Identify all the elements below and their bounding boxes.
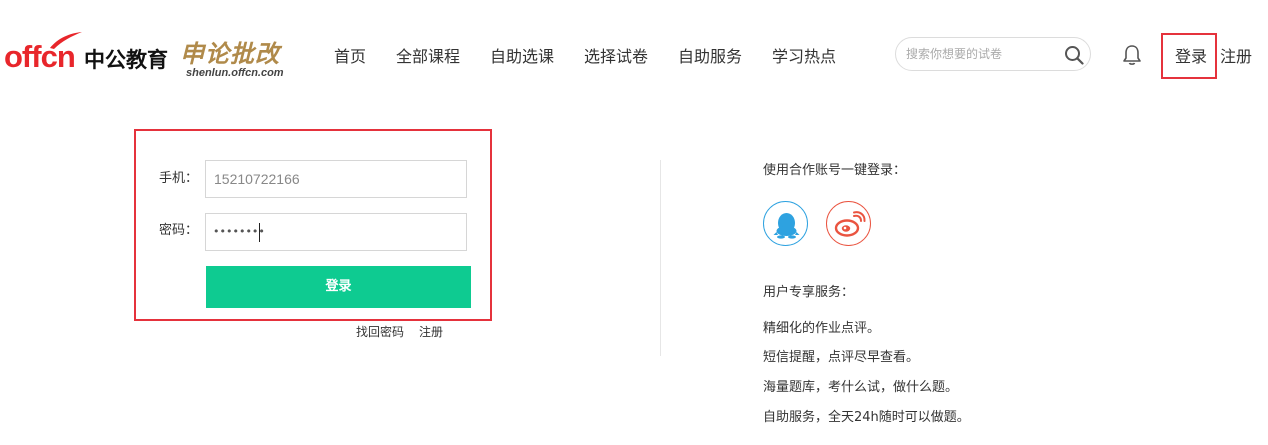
header-register-link[interactable]: 注册 <box>1220 46 1252 68</box>
nav-item-self-select[interactable]: 自助选课 <box>490 46 554 68</box>
service-item: 自助服务，全天24h随时可以做题。 <box>763 410 970 425</box>
password-mask: •••••••• <box>213 225 265 238</box>
forgot-password-link[interactable]: 找回密码 <box>356 324 404 340</box>
phone-input[interactable] <box>205 160 467 198</box>
qq-icon <box>773 213 800 239</box>
brand-name: 中公教育 <box>84 48 168 72</box>
nav-item-all-courses[interactable]: 全部课程 <box>396 46 460 68</box>
service-item: 海量题库，考什么试，做什么题。 <box>763 380 959 395</box>
weibo-login-button[interactable] <box>826 201 871 246</box>
site-header: offcn 中公教育 申论批改 shenlun.offcn.com 首页 全部课… <box>0 0 1268 115</box>
vertical-divider <box>660 160 661 356</box>
shenlun-logo-url: shenlun.offcn.com <box>186 67 284 79</box>
bell-icon[interactable] <box>1122 44 1142 66</box>
header-login-link[interactable]: 登录 <box>1175 46 1207 68</box>
services-heading: 用户专享服务： <box>763 285 855 300</box>
qq-login-button[interactable] <box>763 201 808 246</box>
weibo-icon <box>834 211 866 237</box>
nav-item-choose-paper[interactable]: 选择试卷 <box>584 46 648 68</box>
search-icon[interactable] <box>1064 45 1084 65</box>
password-label: 密码： <box>159 223 199 238</box>
service-item: 精细化的作业点评。 <box>763 321 881 336</box>
phone-label: 手机： <box>159 171 199 186</box>
form-register-link[interactable]: 注册 <box>419 324 443 340</box>
password-input[interactable]: •••••••• <box>205 213 467 251</box>
logo-swoosh-icon <box>50 32 82 49</box>
login-submit-button[interactable]: 登录 <box>206 266 471 308</box>
nav-item-hot-topics[interactable]: 学习热点 <box>772 46 836 68</box>
search-box <box>895 37 1091 71</box>
search-input[interactable] <box>906 44 1056 64</box>
nav-item-home[interactable]: 首页 <box>334 46 366 68</box>
service-item: 短信提醒，点评尽早查看。 <box>763 350 920 365</box>
nav-item-self-service[interactable]: 自助服务 <box>678 46 742 68</box>
text-caret <box>259 223 260 242</box>
shenlun-logo-text: 申论批改 <box>180 39 280 68</box>
partner-login-heading: 使用合作账号一键登录： <box>763 163 907 178</box>
